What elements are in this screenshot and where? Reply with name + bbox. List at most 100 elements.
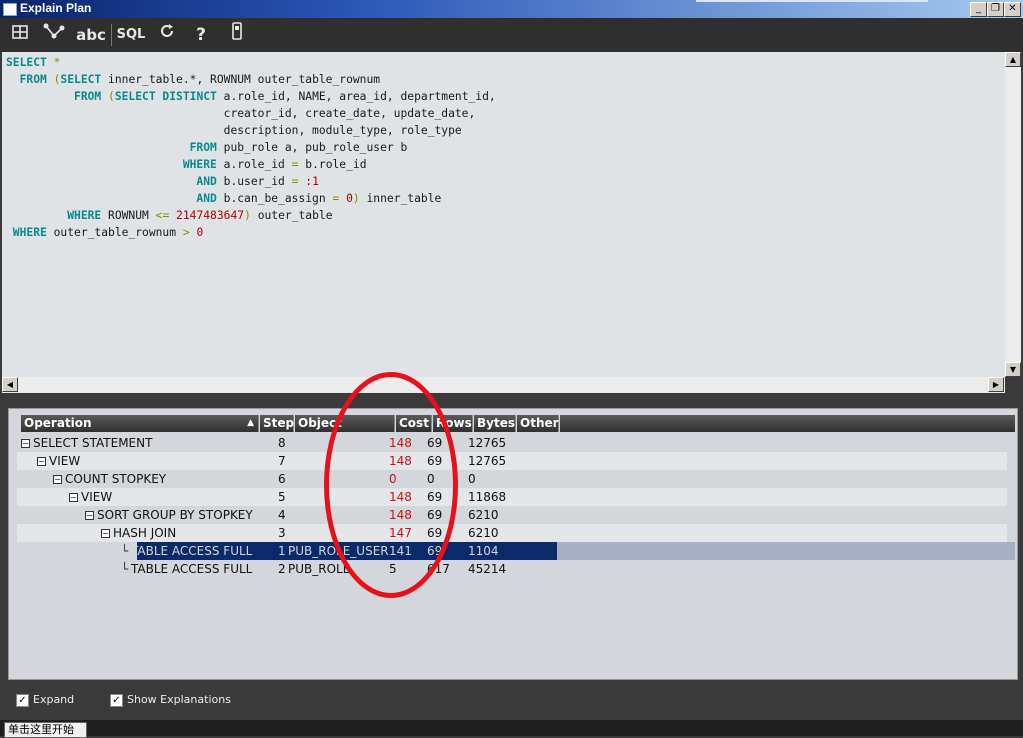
- table-row[interactable]: − HASH JOIN 3 147 69 6210: [17, 524, 1007, 542]
- sql-token: b.can_be_assign: [216, 192, 333, 205]
- toolbar-separator: [111, 24, 112, 46]
- operation-cell: VIEW: [81, 490, 113, 504]
- table-row-selected[interactable]: └ TABLE ACCESS FULL 1 PUB_ROLE_USER 141 …: [17, 542, 1015, 560]
- sql-keyword: WHERE: [6, 158, 217, 171]
- column-operation[interactable]: Operation ▲: [21, 415, 259, 432]
- title-bar: Explain Plan _ ❐ ✕: [0, 0, 1023, 18]
- sql-token: (: [46, 73, 61, 86]
- sql-token: :1: [298, 175, 319, 188]
- bytes-cell: 45214: [468, 562, 507, 576]
- object-cell: PUB_ROLE: [288, 562, 351, 576]
- sql-token: inner_table.*, ROWNUM outer_table_rownum: [101, 73, 381, 86]
- sql-token: <=: [155, 209, 170, 222]
- checkmark-icon: ✓: [110, 693, 123, 707]
- window-title: Explain Plan: [20, 1, 92, 15]
- options-bar: ✓ Expand ✓ Show Explanations: [0, 688, 1023, 714]
- cost-cell: 148: [389, 490, 412, 504]
- scroll-right-icon[interactable]: ▶: [988, 377, 1004, 392]
- operation-cell: SELECT STATEMENT: [33, 436, 153, 450]
- bytes-cell: 0: [468, 472, 476, 486]
- editor-vertical-scrollbar[interactable]: ▲ ▼: [1005, 52, 1021, 377]
- column-step[interactable]: Step: [260, 415, 294, 432]
- rows-cell: 69: [427, 490, 443, 504]
- sql-token: (: [101, 90, 115, 103]
- close-button[interactable]: ✕: [1004, 2, 1021, 17]
- minimize-button[interactable]: _: [970, 2, 987, 17]
- sql-token: a.role_id, NAME, area_id, department_id,: [216, 90, 496, 103]
- bytes-cell: 11868: [468, 490, 507, 504]
- sql-token: b.role_id: [298, 158, 367, 171]
- step-cell: 4: [278, 508, 286, 522]
- table-row[interactable]: − COUNT STOPKEY 6 0 0 0: [17, 470, 1007, 488]
- sql-keyword: SELECT: [6, 56, 47, 69]
- title-field: [696, 0, 928, 2]
- table-row[interactable]: − SORT GROUP BY STOPKEY 4 148 69 6210: [17, 506, 1007, 524]
- table-row[interactable]: − SELECT STATEMENT 8 148 69 12765: [17, 434, 1007, 452]
- operation-cell: HASH JOIN: [113, 526, 177, 540]
- rows-cell: 69: [427, 436, 443, 450]
- sql-editor[interactable]: SELECT * FROM (SELECT inner_table.*, ROW…: [2, 52, 1005, 377]
- sql-icon[interactable]: SQL: [114, 22, 148, 48]
- tree-network-icon[interactable]: [40, 22, 68, 48]
- cost-cell: 148: [389, 436, 412, 450]
- collapse-icon[interactable]: −: [101, 529, 110, 538]
- editor-horizontal-scrollbar[interactable]: ◀ ▶: [2, 377, 1005, 393]
- scroll-up-icon[interactable]: ▲: [1005, 52, 1021, 67]
- table-row[interactable]: − VIEW 7 148 69 12765: [17, 452, 1007, 470]
- collapse-icon[interactable]: −: [37, 457, 46, 466]
- taskbar: 单击这里开始: [0, 720, 1023, 738]
- device-icon[interactable]: [226, 22, 248, 48]
- sql-token: inner_table: [359, 192, 442, 205]
- step-cell: 8: [278, 436, 286, 450]
- grid-icon[interactable]: [8, 22, 32, 48]
- sql-keyword: FROM: [6, 90, 102, 103]
- operation-cell: VIEW: [49, 454, 81, 468]
- column-bytes[interactable]: Bytes: [474, 415, 516, 432]
- column-rows[interactable]: Rows: [433, 415, 473, 432]
- cost-cell: 5: [389, 562, 397, 576]
- cost-cell: 148: [389, 454, 412, 468]
- sql-token: outer_table_rownum: [46, 226, 183, 239]
- sql-keyword: SELECT DISTINCT: [114, 90, 217, 103]
- step-cell: 1: [278, 544, 286, 558]
- collapse-icon[interactable]: −: [53, 475, 62, 484]
- sql-token: ROWNUM: [101, 209, 156, 222]
- scroll-left-icon[interactable]: ◀: [2, 377, 18, 392]
- sql-token: creator_id, create_date, update_date,: [6, 107, 476, 120]
- help-icon[interactable]: ?: [190, 22, 212, 48]
- sql-keyword: SELECT: [60, 73, 102, 86]
- column-other[interactable]: Other: [517, 415, 559, 432]
- restore-button[interactable]: ❐: [987, 2, 1004, 17]
- bytes-cell: 12765: [468, 436, 507, 450]
- collapse-icon[interactable]: −: [21, 439, 30, 448]
- abc-icon[interactable]: abc: [74, 22, 108, 48]
- sql-keyword: FROM: [6, 73, 47, 86]
- sql-token: 2147483647: [169, 209, 245, 222]
- expand-label: Expand: [33, 693, 75, 706]
- explain-plan-grid: Operation ▲ Step Object Cost Rows Bytes O…: [8, 408, 1018, 680]
- sql-token: ): [352, 192, 360, 205]
- sql-token: outer_table: [250, 209, 333, 222]
- table-row[interactable]: └ TABLE ACCESS FULL 2 PUB_ROLE 5 617 452…: [17, 560, 1007, 578]
- sql-keyword: AND: [6, 175, 217, 188]
- rows-cell: 69: [427, 508, 443, 522]
- column-label: Operation: [24, 416, 92, 430]
- sql-keyword: WHERE: [6, 209, 102, 222]
- sql-token: b.user_id: [216, 175, 292, 188]
- sql-keyword: FROM: [6, 141, 217, 154]
- sql-token: ): [244, 209, 251, 222]
- collapse-icon[interactable]: −: [85, 511, 94, 520]
- column-cost[interactable]: Cost: [396, 415, 432, 432]
- expand-checkbox[interactable]: ✓ Expand: [16, 693, 74, 707]
- show-explanations-checkbox[interactable]: ✓ Show Explanations: [110, 693, 231, 707]
- operation-cell: SORT GROUP BY STOPKEY: [97, 508, 253, 522]
- rows-cell: 0: [427, 472, 435, 486]
- table-row[interactable]: − VIEW 5 148 69 11868: [17, 488, 1007, 506]
- rows-cell: 69: [427, 454, 443, 468]
- scroll-down-icon[interactable]: ▼: [1005, 362, 1021, 377]
- refresh-icon[interactable]: [154, 22, 180, 48]
- cost-cell: 147: [389, 526, 412, 540]
- cost-cell: 148: [389, 508, 412, 522]
- column-object[interactable]: Object: [295, 415, 395, 432]
- collapse-icon[interactable]: −: [69, 493, 78, 502]
